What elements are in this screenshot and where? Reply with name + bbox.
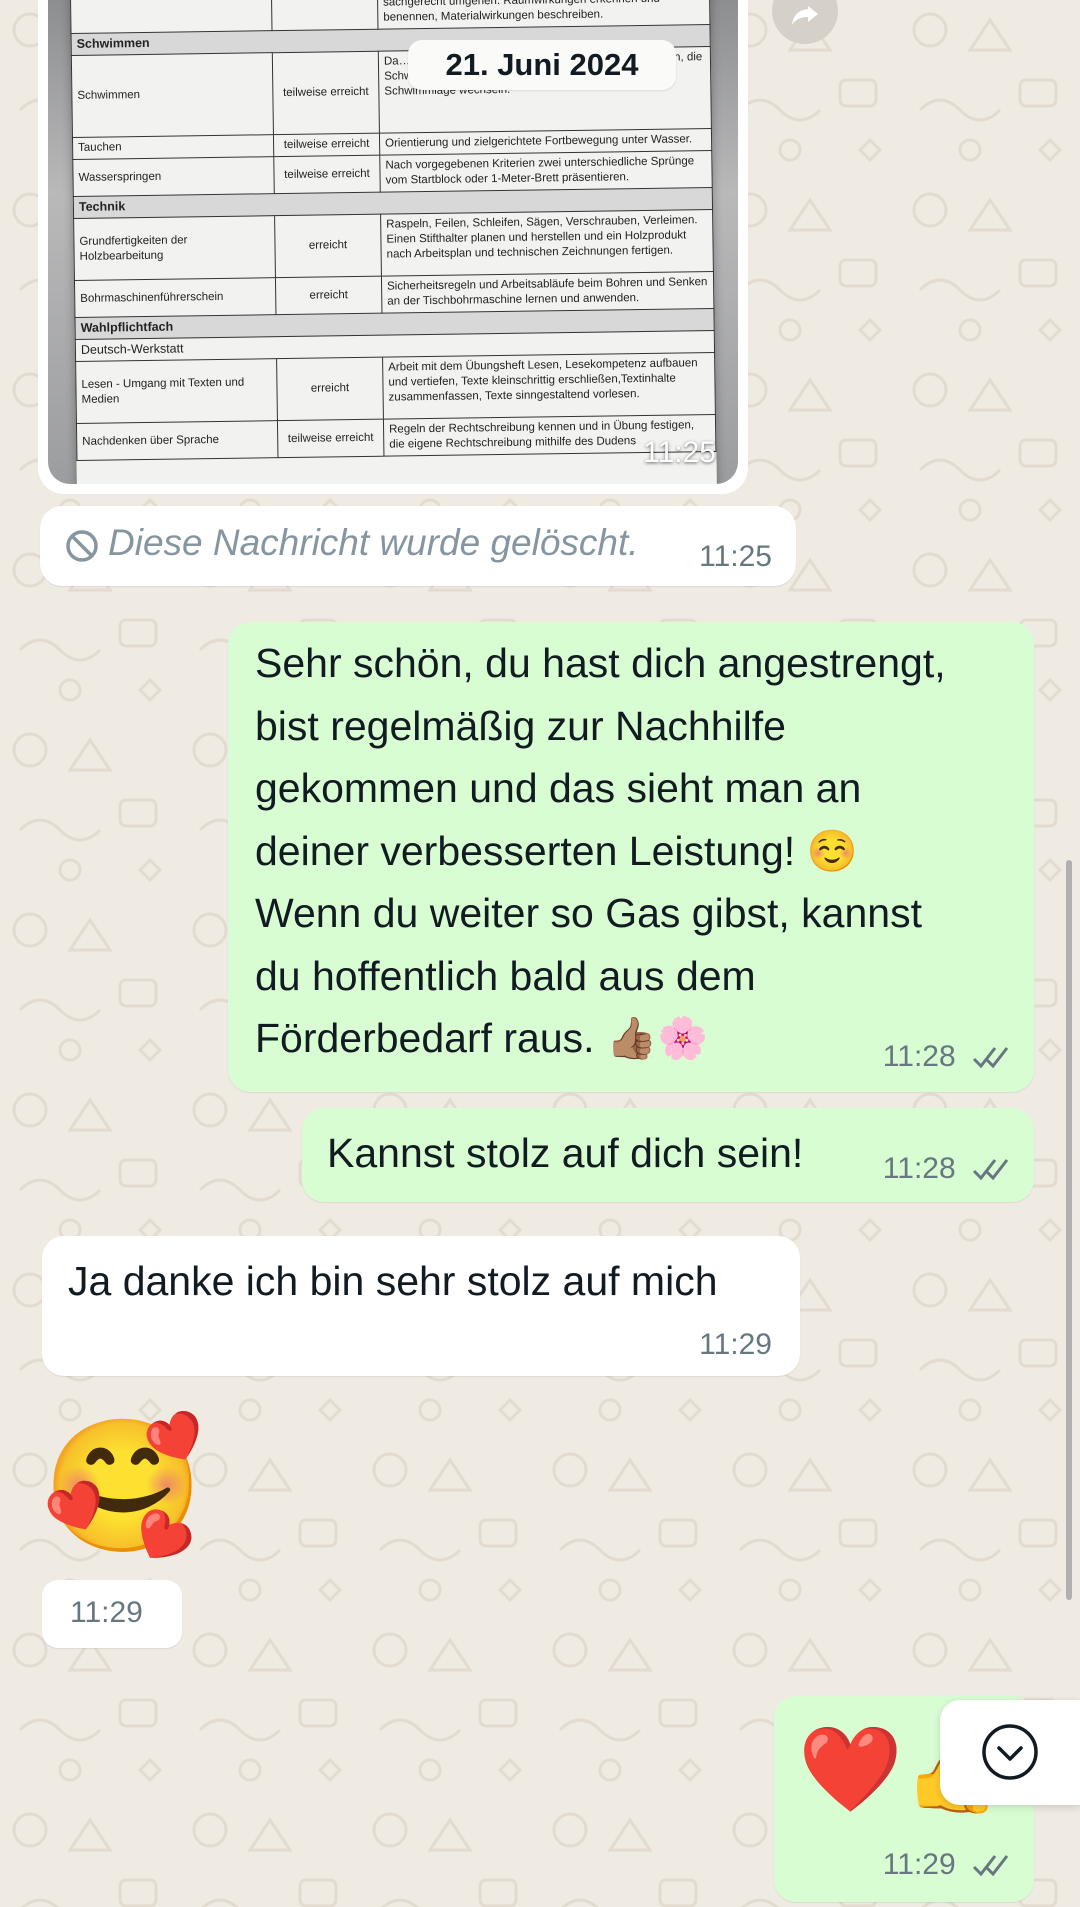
outgoing-message-bubble[interactable]: Kannst stolz auf dich sein! 11:28: [302, 1108, 1034, 1202]
message-text: Sehr schön, du hast dich angestrengt, bi…: [255, 632, 1015, 1070]
outgoing-message-bubble[interactable]: Sehr schön, du hast dich angestrengt, bi…: [228, 622, 1034, 1092]
incoming-emoji-message[interactable]: 🥰: [42, 1406, 212, 1566]
emoji-timestamp-pill: 11:29: [42, 1580, 182, 1648]
ban-icon: [66, 530, 98, 562]
incoming-message-bubble[interactable]: Ja danke ich bin sehr stolz auf mich 11:…: [42, 1236, 800, 1376]
double-check-icon: [972, 1855, 1009, 1877]
message-timestamp: 11:28: [882, 1040, 956, 1073]
photo-timestamp: 11:25: [643, 436, 716, 469]
message-text: Kannst stolz auf dich sein!: [327, 1130, 804, 1176]
message-line: du hoffentlich bald aus dem: [255, 952, 756, 999]
message-line: Sehr schön, du hast dich angestrengt,: [255, 640, 946, 686]
message-meta: 11:29: [883, 1848, 1012, 1882]
scroll-to-bottom-button[interactable]: [940, 1700, 1080, 1805]
forward-icon: [792, 6, 818, 25]
scroll-indicator[interactable]: [1066, 860, 1072, 1600]
date-separator: 21. Juni 2024: [408, 40, 676, 90]
chevron-down-circle-icon: [982, 1724, 1038, 1780]
message-line: gekommen und das sieht man an: [255, 765, 862, 811]
message-meta: 11:28: [883, 1152, 1012, 1186]
double-check-icon: [972, 1047, 1009, 1069]
message-line: deiner verbesserten Leistung! ☺️: [255, 827, 858, 874]
message-line: bist regelmäßig zur Nachhilfe: [255, 702, 786, 749]
message-text: Ja danke ich bin sehr stolz auf mich: [68, 1258, 718, 1304]
message-meta: 11:28: [883, 1040, 1012, 1074]
message-timestamp: 11:25: [699, 540, 772, 573]
deleted-message-text: Diese Nachricht wurde gelöscht.: [108, 522, 639, 563]
message-timestamp: 11:29: [699, 1328, 772, 1361]
double-check-icon: [972, 1159, 1009, 1181]
message-line: Wenn du weiter so Gas gibst, kannst: [255, 890, 922, 936]
smiling-face-with-hearts-emoji: 🥰: [42, 1410, 204, 1562]
deleted-message-bubble[interactable]: Diese Nachricht wurde gelöscht. 11:25: [40, 506, 796, 586]
message-timestamp: 11:29: [70, 1596, 143, 1629]
message-timestamp: 11:28: [882, 1152, 956, 1185]
forward-button[interactable]: [772, 0, 838, 44]
message-timestamp: 11:29: [882, 1848, 956, 1881]
